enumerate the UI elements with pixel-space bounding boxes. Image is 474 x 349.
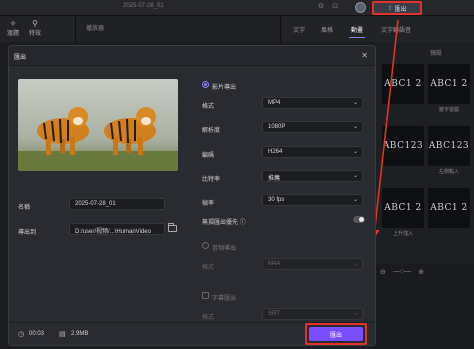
resolution-value: 1080P: [268, 124, 286, 130]
resolution-select[interactable]: 1080P ⌄: [262, 121, 363, 133]
pin-icon: ⚲: [32, 19, 38, 28]
subtitle-format-select: SRT ⌄: [262, 308, 363, 320]
clock-icon: ◷: [18, 331, 25, 338]
dialog-header: 匯出 ✕: [9, 46, 375, 66]
top-toolbar: ⚙ ⊡: [318, 2, 338, 10]
folder-icon[interactable]: [168, 223, 177, 232]
file-size-value: 2.9MB: [71, 331, 89, 337]
top-export-label: 匯出: [394, 6, 407, 13]
resolution-label: 解析度: [202, 128, 221, 134]
template-card[interactable]: ABC1 2: [428, 188, 470, 228]
template-grid: 預設 ABC1 2 ABC1 2 變字遊戲 ABC123 ABC123 左側輸入…: [376, 42, 474, 264]
grid-subheader: 預設: [430, 51, 443, 57]
left-tabs: ✧ 滙題 ⚲ 特效: [0, 16, 75, 42]
chevron-down-icon: ⌄: [352, 100, 358, 106]
template-card[interactable]: ABC1 2: [428, 64, 470, 104]
template-label: 變字遊戲: [438, 107, 459, 113]
audio-format-select: M4A ⌄: [262, 258, 363, 270]
audio-format-value: M4A: [268, 261, 281, 267]
dialog-title: 匯出: [14, 55, 27, 61]
bitrate-value: 推薦: [268, 176, 281, 182]
lossless-label: 無損匯出優先 ⓘ: [202, 217, 246, 226]
template-card[interactable]: ABC123: [382, 126, 424, 166]
timeline-panel: ⊖ —○— ⊕: [376, 264, 474, 349]
framerate-label: 幀率: [202, 201, 215, 207]
sparkle-icon: ✧: [9, 19, 17, 28]
codec-select[interactable]: H264 ⌄: [262, 146, 363, 158]
template-card[interactable]: ABC1 2: [382, 188, 424, 228]
top-export-button[interactable]: ⇪ 匯出: [372, 1, 422, 15]
audio-section-label: 音頻導出: [212, 246, 237, 252]
file-icon: ▤: [59, 331, 66, 338]
zoom-slider-icon[interactable]: —○—: [393, 268, 411, 276]
framerate-select[interactable]: 30 fps ⌄: [262, 194, 363, 206]
gift-icon[interactable]: ⊡: [332, 2, 338, 10]
project-title: 2025-07-28_01: [123, 3, 164, 9]
path-input[interactable]: D:/user/视频/...\HumanVideo: [69, 223, 165, 235]
zoom-in-icon[interactable]: ⊕: [418, 268, 424, 276]
format-label: 格式: [202, 104, 215, 110]
template-label: 上升插入: [392, 231, 413, 237]
upload-icon: ⇪: [387, 5, 393, 12]
tab-effects-b[interactable]: ⚲ 特效: [24, 19, 46, 37]
tab-style[interactable]: 風格: [321, 25, 333, 34]
lossless-text: 無損匯出優先: [202, 220, 239, 226]
video-section-label: 影片導出: [212, 85, 237, 91]
chevron-down-icon: ⌄: [352, 173, 358, 179]
chevron-down-icon: ⌄: [352, 197, 358, 203]
title-bar: 2025-07-28_01 ⚙ ⊡ ⇪ 匯出: [0, 0, 474, 16]
right-tabs: 文字 風格 動畫 文字轉語音: [280, 16, 474, 42]
settings-icon[interactable]: ⚙: [318, 2, 324, 10]
chevron-down-icon: ⌄: [352, 261, 358, 267]
subtitle-section-label: 字幕匯出: [212, 296, 237, 302]
codec-label: 編碼: [202, 153, 215, 159]
audio-format-label: 格式: [202, 265, 215, 271]
timeline-controls: ⊖ —○— ⊕: [376, 268, 474, 276]
tab-effects-a[interactable]: ✧ 滙題: [2, 19, 24, 37]
tab-tts[interactable]: 文字轉語音: [381, 25, 411, 34]
subtitle-format-value: SRT: [268, 311, 280, 317]
bitrate-label: 比特率: [202, 177, 221, 183]
template-card[interactable]: ABC123: [428, 126, 470, 166]
tab-text[interactable]: 文字: [293, 25, 305, 34]
template-card[interactable]: ABC1 2: [382, 64, 424, 104]
framerate-value: 30 fps: [268, 197, 285, 203]
name-label: 名稱: [18, 205, 31, 211]
info-icon[interactable]: ⓘ: [240, 220, 246, 226]
template-label: 左側輸入: [438, 169, 459, 175]
chevron-down-icon: ⌄: [352, 149, 358, 155]
lossless-toggle[interactable]: [353, 216, 365, 223]
chevron-down-icon: ⌄: [352, 311, 358, 317]
tab-animation[interactable]: 動畫: [351, 25, 363, 34]
active-tab-underline: [349, 37, 365, 38]
format-select[interactable]: MP4 ⌄: [262, 97, 363, 109]
bitrate-select[interactable]: 推薦 ⌄: [262, 170, 363, 182]
audio-export-radio[interactable]: [202, 242, 209, 249]
video-thumbnail: [18, 79, 178, 171]
video-export-radio[interactable]: [202, 81, 209, 88]
player-panel: 播放器: [75, 16, 280, 42]
path-label: 導出到: [18, 230, 37, 236]
chevron-down-icon: ⌄: [352, 124, 358, 130]
format-value: MP4: [268, 100, 281, 106]
duration-value: 00:03: [29, 331, 45, 337]
subtitle-format-label: 格式: [202, 315, 215, 321]
close-icon[interactable]: ✕: [361, 51, 368, 60]
player-title: 播放器: [86, 26, 105, 32]
name-input[interactable]: 2025-07-28_01: [69, 198, 165, 210]
zoom-out-icon[interactable]: ⊖: [380, 268, 386, 276]
avatar[interactable]: [355, 2, 366, 13]
codec-value: H264: [268, 149, 283, 155]
left-tab-label: 滙題: [6, 31, 19, 37]
subtitle-export-checkbox[interactable]: [202, 292, 209, 299]
export-dialog: 匯出 ✕ 名稱 2025-07-28_01 導出到 D:/user/视频/...…: [8, 45, 376, 346]
left-tab-label: 特效: [28, 31, 41, 37]
export-button[interactable]: 匯出: [309, 327, 363, 341]
